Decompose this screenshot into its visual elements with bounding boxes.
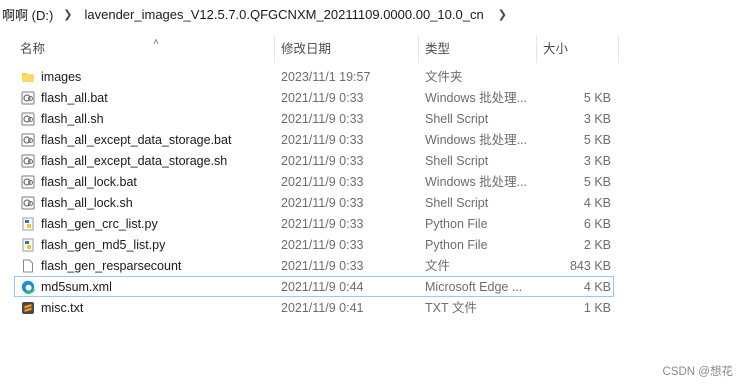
column-date-header[interactable]: 修改日期 (274, 35, 418, 63)
breadcrumb-folder[interactable]: lavender_images_V12.5.7.0.QFGCNXM_202111… (83, 7, 486, 22)
file-type: Python File (425, 238, 488, 252)
file-date: 2021/11/9 0:33 (281, 133, 364, 147)
column-header: 名称 ˄ 修改日期 类型 大小 (0, 35, 747, 63)
file-name: flash_all_lock.sh (41, 196, 133, 210)
file-row[interactable]: flash_gen_crc_list.py 2021/11/9 0:33 Pytho… (14, 213, 614, 234)
file-name: flash_all.bat (41, 91, 108, 105)
file-date: 2021/11/9 0:33 (281, 175, 364, 189)
shell-script-icon (21, 196, 35, 210)
file-date: 2023/11/1 19:57 (281, 70, 371, 84)
file-name: md5sum.xml (41, 280, 112, 294)
shell-script-icon (21, 154, 35, 168)
file-row[interactable]: flash_all_except_data_storage.sh 2021/11/… (14, 150, 614, 171)
file-name: flash_all_lock.bat (41, 175, 137, 189)
python-file-icon (22, 217, 34, 231)
column-name-header[interactable]: 名称 ˄ (14, 35, 274, 63)
file-size: 6 KB (583, 217, 611, 231)
file-type: Shell Script (425, 196, 489, 210)
file-type: Python File (425, 217, 488, 231)
file-date: 2021/11/9 0:33 (281, 259, 364, 273)
column-size-header[interactable]: 大小 (536, 35, 619, 63)
file-row[interactable]: flash_all_lock.sh 2021/11/9 0:33 Shell Scr… (14, 192, 614, 213)
file-size: 1 KB (583, 301, 611, 315)
column-size-label: 大小 (543, 42, 569, 56)
chevron-right-icon[interactable]: ❯ (63, 8, 72, 21)
file-date: 2021/11/9 0:33 (281, 238, 364, 252)
file-size: 3 KB (583, 112, 611, 126)
file-row[interactable]: md5sum.xml 2021/11/9 0:44 Microsoft Edge .… (14, 276, 614, 297)
file-type: Microsoft Edge ... (425, 280, 523, 294)
batch-file-icon (21, 91, 35, 105)
file-name: images (41, 70, 82, 84)
file-row[interactable]: flash_gen_resparsecount 2021/11/9 0:33 文件 8… (14, 255, 614, 276)
file-row[interactable]: flash_all_except_data_storage.bat 2021/11… (14, 129, 614, 150)
file-date: 2021/11/9 0:41 (281, 301, 364, 315)
shell-script-icon (21, 112, 35, 126)
file-row[interactable]: flash_all.sh 2021/11/9 0:33 Shell Script 3 … (14, 108, 614, 129)
file-type: Shell Script (425, 112, 489, 126)
file-name: flash_gen_md5_list.py (41, 238, 166, 252)
file-size: 4 KB (583, 196, 611, 210)
file-name: flash_gen_resparsecount (41, 259, 182, 273)
file-name: flash_gen_crc_list.py (41, 217, 158, 231)
file-size: 843 KB (569, 259, 611, 273)
sublime-text-icon (22, 302, 34, 314)
batch-file-icon (21, 133, 35, 147)
python-file-icon (22, 238, 34, 252)
breadcrumb-drive[interactable]: 啊啊 (D:) (0, 5, 55, 24)
file-name: flash_all_except_data_storage.bat (41, 133, 232, 147)
file-date: 2021/11/9 0:33 (281, 91, 364, 105)
file-size: 2 KB (583, 238, 611, 252)
file-row[interactable]: flash_all.bat 2021/11/9 0:33 Windows 批处理..… (14, 87, 614, 108)
file-size: 5 KB (583, 175, 611, 189)
file-row[interactable]: flash_all_lock.bat 2021/11/9 0:33 Windows … (14, 171, 614, 192)
file-type: TXT 文件 (425, 301, 477, 315)
file-type: 文件夹 (425, 70, 463, 84)
chevron-right-icon[interactable]: ❯ (498, 8, 507, 21)
file-name: misc.txt (41, 301, 84, 315)
file-size (511, 67, 611, 88)
watermark: CSDN @想花 (662, 366, 733, 378)
file-date: 2021/11/9 0:44 (281, 280, 364, 294)
batch-file-icon (21, 175, 35, 189)
column-type-label: 类型 (425, 42, 451, 56)
file-date: 2021/11/9 0:33 (281, 217, 364, 231)
file-size: 5 KB (583, 91, 611, 105)
file-name: flash_all.sh (41, 112, 104, 126)
file-size: 4 KB (583, 280, 611, 294)
file-date: 2021/11/9 0:33 (281, 154, 364, 168)
breadcrumb: 啊啊 (D:) ❯ lavender_images_V12.5.7.0.QFGC… (0, 0, 747, 28)
file-size: 3 KB (583, 154, 611, 168)
file-name: flash_all_except_data_storage.sh (41, 154, 228, 168)
file-row[interactable]: misc.txt 2021/11/9 0:41 TXT 文件 1 KB (14, 297, 614, 318)
edge-icon (21, 280, 35, 294)
column-type-header[interactable]: 类型 (418, 35, 536, 63)
folder-icon (22, 73, 34, 82)
file-row[interactable]: flash_gen_md5_list.py 2021/11/9 0:33 Pytho… (14, 234, 614, 255)
column-name-label: 名称 (20, 42, 46, 56)
column-date-label: 修改日期 (281, 42, 332, 56)
file-date: 2021/11/9 0:33 (281, 112, 364, 126)
sort-ascending-icon: ˄ (153, 37, 159, 48)
file-size: 5 KB (583, 133, 611, 147)
file-row[interactable]: images 2023/11/1 19:57 文件夹 (14, 66, 614, 87)
file-type: Shell Script (425, 154, 489, 168)
file-type: 文件 (425, 259, 451, 273)
blank-file-icon (23, 259, 33, 273)
file-date: 2021/11/9 0:33 (281, 196, 364, 210)
